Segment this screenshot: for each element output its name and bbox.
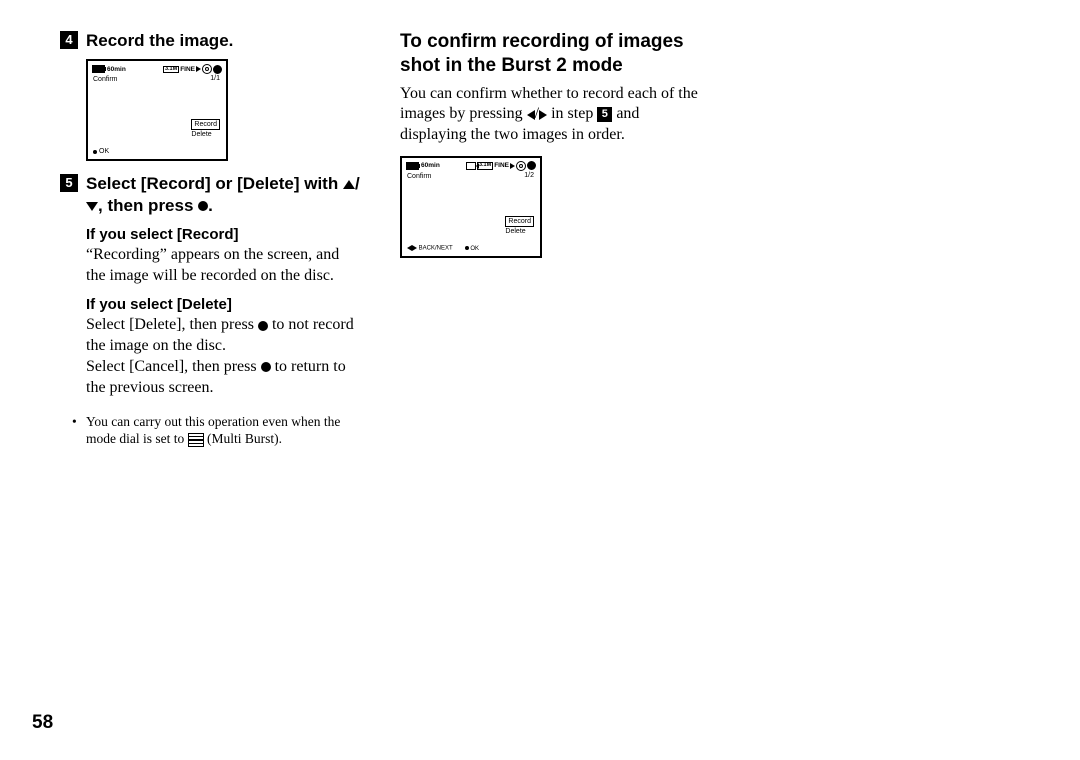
disc-icon (202, 64, 212, 74)
menu-record: Record (191, 119, 220, 130)
if-delete-heading: If you select [Delete] (86, 296, 360, 313)
backnext-row: BACK/NEXT OK (407, 245, 479, 252)
lcd-menu-1: Record Delete (191, 119, 220, 139)
multiburst-icon (188, 433, 204, 447)
resolution-badge-2: 3.1M (477, 162, 493, 170)
if-record-heading: If you select [Record] (86, 226, 360, 243)
center-button-icon (198, 201, 208, 211)
ok-label: OK (99, 148, 109, 155)
if-delete-text: Select [Delete], then press to not recor… (86, 315, 360, 398)
play-icon (196, 66, 201, 72)
battery-text-2: 60min (421, 162, 440, 169)
camera-icon (466, 162, 476, 170)
counter-2: 1/2 (524, 172, 534, 179)
inline-step-5: 5 (597, 107, 612, 122)
backnext-label: BACK/NEXT (419, 246, 453, 252)
confirm-label: Confirm (93, 76, 118, 83)
play-icon (510, 163, 515, 169)
quality-text-2: FINE (494, 162, 509, 169)
menu-delete-2: Delete (505, 227, 534, 236)
disc-icon (516, 161, 526, 171)
up-triangle-icon (343, 180, 355, 189)
top-status-cluster-2: 3.1M FINE (466, 161, 536, 171)
quality-text: FINE (180, 66, 195, 73)
step5-title: Select [Record] or [Delete] with /, then… (86, 173, 360, 216)
center-button-icon (258, 321, 268, 331)
right-small-icon (412, 245, 417, 251)
center-button-icon (261, 362, 271, 372)
face-icon (213, 65, 222, 74)
confirm-label-2: Confirm (407, 173, 432, 180)
battery-text: 60min (107, 66, 126, 73)
if-record-text: “Recording” appears on the screen, and t… (86, 245, 360, 287)
step4-heading: 4 Record the image. (60, 30, 360, 51)
menu-delete: Delete (191, 130, 220, 139)
step5-a: Select [Record] or [Delete] with (86, 174, 343, 193)
lcd-menu-2: Record Delete (505, 216, 534, 236)
dot-icon (93, 150, 97, 154)
step4-title: Record the image. (86, 30, 233, 51)
counter-1: 1/1 (210, 75, 220, 82)
battery-indicator: 60min (92, 65, 126, 73)
step5-b: , then press (98, 196, 198, 215)
battery-icon (92, 65, 105, 73)
menu-record-2: Record (505, 216, 534, 227)
page-number: 58 (32, 712, 53, 734)
down-triangle-icon (86, 202, 98, 211)
dot-icon (465, 246, 469, 250)
battery-indicator: 60min (406, 162, 440, 170)
note-bullet: You can carry out this operation even wh… (72, 413, 360, 448)
resolution-badge: 3.1M (163, 66, 179, 74)
step5-c: . (208, 196, 213, 215)
section-title: To confirm recording of images shot in t… (400, 30, 700, 78)
right-triangle-icon (539, 110, 547, 120)
ok-row: OK (93, 148, 109, 155)
left-triangle-icon (527, 110, 535, 120)
top-status-cluster: 3.1M FINE (163, 64, 222, 74)
lcd-screen-2: 60min 3.1M FINE Confirm 1/2 Record Delet… (400, 156, 542, 258)
step-number-5: 5 (60, 174, 78, 192)
face-icon (527, 161, 536, 170)
battery-icon (406, 162, 419, 170)
lcd-screen-1: 60min 3.1M FINE Confirm 1/1 Record Delet… (86, 59, 228, 161)
right-paragraph: You can confirm whether to record each o… (400, 84, 700, 146)
step5-heading: 5 Select [Record] or [Delete] with /, th… (60, 173, 360, 216)
ok-label-2: OK (470, 246, 479, 252)
step-number-4: 4 (60, 31, 78, 49)
